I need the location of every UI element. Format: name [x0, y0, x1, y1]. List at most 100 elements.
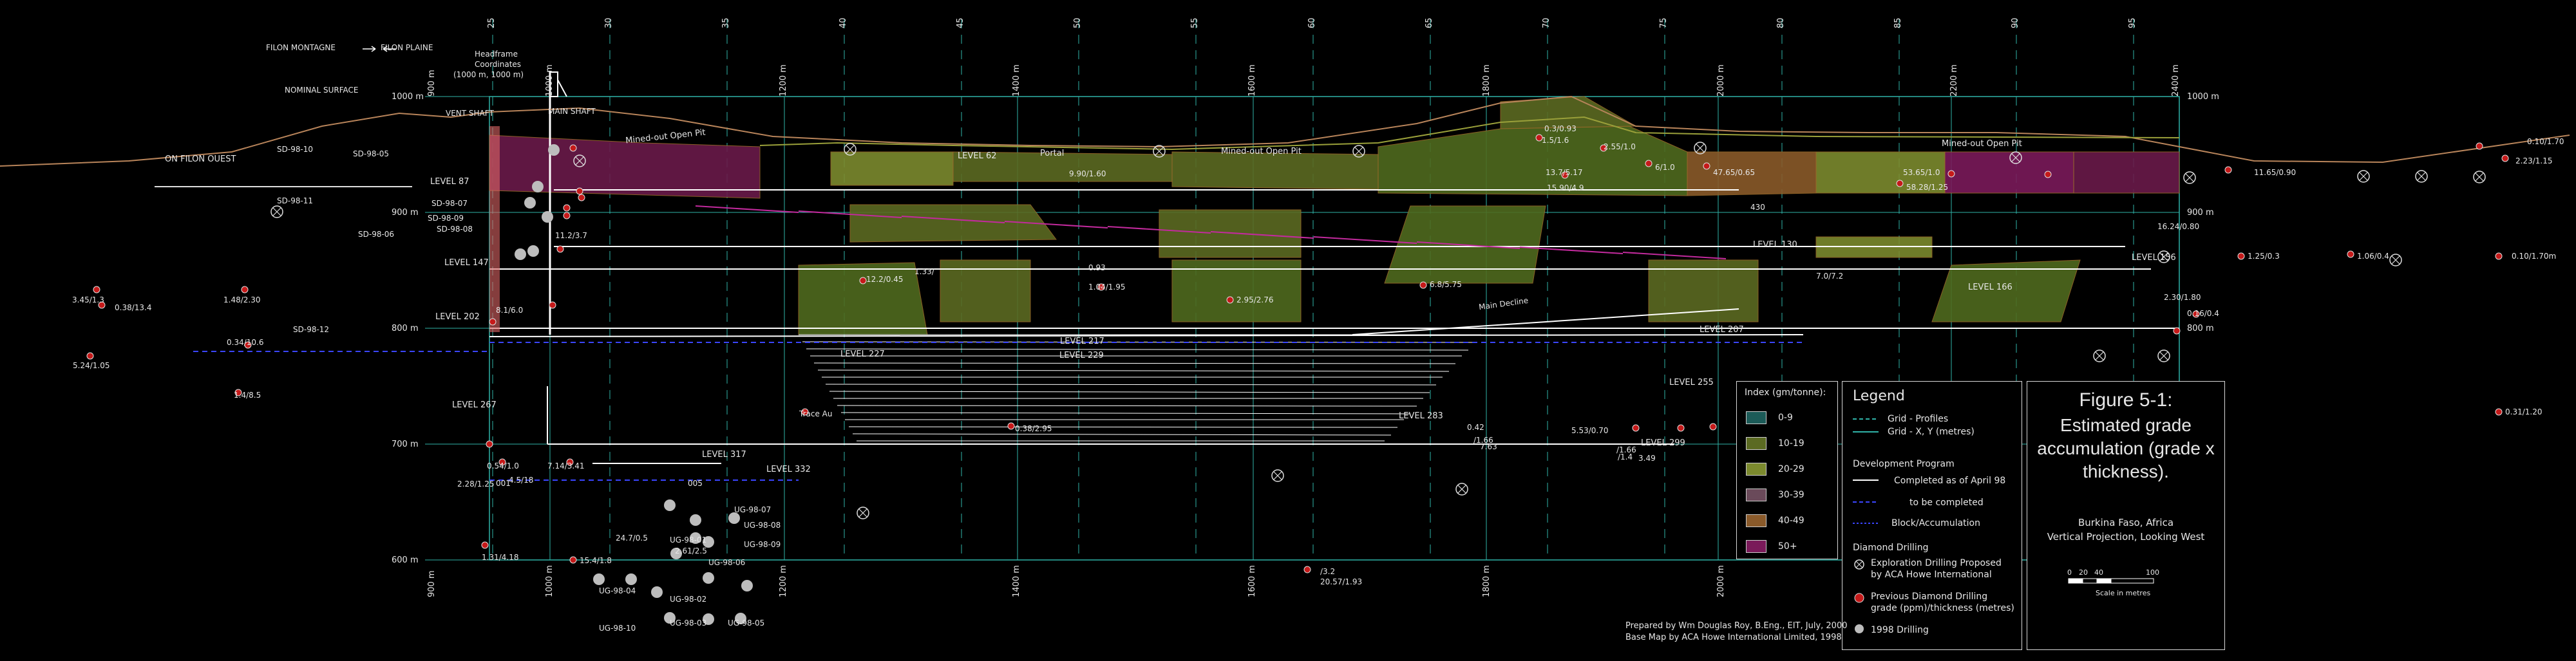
grade-accumulation-label: 2.28/1.25: [457, 479, 495, 489]
drillhole-1998: [548, 144, 560, 156]
level-label: LEVEL 267: [452, 400, 497, 410]
elevation-label-left: 600 m: [392, 555, 419, 565]
dev-line: [1622, 252, 1727, 259]
grade-block: [830, 151, 954, 186]
exploration-hole-cross: [2417, 172, 2426, 181]
drillhole-label: UG-98-09: [744, 540, 781, 549]
scale-tick-0: 0: [2067, 568, 2072, 577]
easting-label-top: 2200 m: [1949, 64, 1959, 97]
main-shaft-label: MAIN SHAFT: [548, 107, 596, 116]
figure-title: Figure 5-1:: [2079, 389, 2173, 411]
grade-accumulation-label: 0.3/0.93: [1544, 124, 1577, 133]
grade-accumulation-label: 16.24/0.80: [2157, 222, 2200, 231]
grade-accumulation-label: 2.61/2.5: [675, 546, 707, 555]
grade-accumulation-label: 13.7/5.17: [1546, 168, 1583, 177]
section-number: 50: [1073, 17, 1083, 28]
index-swatch: [1746, 514, 1766, 527]
drillhole-grade-marker: [556, 245, 564, 253]
section-number: 40: [838, 17, 848, 28]
grade-accumulation-label: 1.06/0.4: [2357, 252, 2389, 261]
level-label: LEVEL 332: [766, 465, 811, 474]
vent-shaft-label: VENT SHAFT: [446, 109, 494, 118]
level-label: LEVEL 255: [1669, 378, 1714, 387]
headframe-label-3: (1000 m, 1000 m): [453, 70, 524, 79]
grade-accumulation-label: 2.55/1.0: [1604, 142, 1636, 151]
cap-005-label: 005: [688, 479, 703, 488]
grade-accumulation-label: 0.34/10.6: [227, 338, 264, 347]
grade-accumulation-label: 1.48/2.30: [223, 295, 261, 304]
exploration-hole-cross: [2475, 172, 2484, 182]
grade-accumulation-label: /3.2: [1320, 567, 1336, 576]
stope-line: [825, 384, 1437, 386]
index-label: 30-39: [1778, 490, 1804, 500]
drillhole-grade-marker: [1419, 281, 1427, 289]
drillhole-label: UG-98-03: [670, 619, 707, 628]
drillhole-label: UG-98-10: [599, 624, 636, 633]
easting-label-top: 1400 m: [1012, 64, 1021, 97]
legend-completed: Completed as of April 98: [1894, 476, 2006, 486]
grade-accumulation-label: 24.7/0.5: [616, 534, 648, 543]
drillhole-grade-marker: [2501, 154, 2509, 162]
legend-grid-profiles: Grid - Profiles: [1888, 414, 1949, 424]
drillhole-grade-marker: [2044, 171, 2052, 178]
level-label: LEVEL 166: [1968, 283, 2012, 292]
dev-line: [695, 205, 799, 213]
elevation-label-right: 900 m: [2187, 208, 2214, 218]
drillhole-grade-marker: [2495, 408, 2503, 416]
grade-accumulation-label: 0.38/13.4: [115, 303, 152, 312]
grade-accumulation-label: 53.65/1.0: [1903, 168, 1940, 177]
drillhole-label: UG-98-01: [670, 535, 707, 545]
grade-accumulation-label: 2.23/1.15: [2515, 156, 2553, 165]
level-label: LEVEL 317: [702, 450, 746, 460]
easting-label-top: 2000 m: [1716, 64, 1726, 97]
legend-diamond: Diamond Drilling: [1853, 543, 1929, 553]
drillhole-1998: [532, 181, 544, 192]
grade-accumulation-label: 0.42: [1467, 423, 1484, 432]
exploration-hole-proposed: [2357, 170, 2370, 183]
section-number: 90: [2011, 17, 2020, 28]
legend-grid-xy: Grid - X, Y (metres): [1888, 427, 1975, 437]
drillhole-grade-marker: [859, 277, 867, 284]
easting-label-bottom: 1800 m: [1482, 565, 1492, 597]
grade-accumulation-label: 0.10/1.70: [2527, 137, 2564, 146]
exploration-hole-proposed: [2389, 254, 2402, 266]
level-label: LEVEL 87: [430, 177, 469, 187]
drillhole-grade-marker: [2237, 252, 2245, 260]
section-number: 35: [721, 17, 731, 28]
grade-block: [1159, 209, 1302, 258]
exploration-hole-proposed: [1271, 469, 1284, 482]
legend-exploration-1: Exploration Drilling Proposed: [1871, 558, 2002, 568]
section-number: 85: [1893, 17, 1903, 28]
index-item: 20-29: [1746, 463, 1804, 476]
index-label: 10-19: [1778, 438, 1804, 449]
drillhole-grade-marker: [2495, 252, 2503, 260]
drillhole-grade-marker: [93, 286, 100, 293]
drillhole-1998: [690, 514, 701, 526]
drillhole-grade-marker: [2173, 327, 2181, 335]
legend-dev-program: Development Program: [1853, 459, 1955, 469]
drillhole-label: SD-98-05: [353, 149, 390, 158]
section-number: 45: [956, 17, 965, 28]
drillhole-1998: [515, 248, 526, 260]
grade-accumulation-label: 2.30/1.80: [2164, 293, 2201, 302]
grade-accumulation-label: 1.4/8.5: [234, 391, 261, 400]
grade-accumulation-label: 0.38/2.95: [1015, 424, 1052, 433]
scale-tick-100: 100: [2146, 568, 2159, 577]
stope-line: [806, 348, 1469, 351]
grade-accumulation-label: 2.95/2.76: [1236, 295, 1274, 304]
headframe-label-1: Headframe: [475, 50, 518, 59]
legend-block: Block/Accumulation: [1891, 518, 1980, 528]
grade-accumulation-label: 5.53/0.70: [1571, 426, 1609, 435]
drillhole-grade-marker: [563, 212, 571, 219]
drillhole-label: SD-98-07: [431, 199, 468, 208]
scale-tick-20: 20: [2079, 568, 2088, 577]
stope-line: [840, 412, 1411, 414]
level-label: LEVEL 147: [444, 258, 489, 268]
legend-to-complete: to be completed: [1909, 498, 1984, 508]
nominal-surface-label: NOMINAL SURFACE: [285, 86, 359, 95]
drillhole-1998: [593, 573, 605, 585]
on-filon-ouest-label: ON FILON OUEST: [165, 154, 236, 164]
drillhole-grade-marker: [1645, 160, 1653, 167]
level-label: LEVEL 207: [1700, 325, 1744, 335]
exploration-hole-cross: [1273, 471, 1282, 480]
